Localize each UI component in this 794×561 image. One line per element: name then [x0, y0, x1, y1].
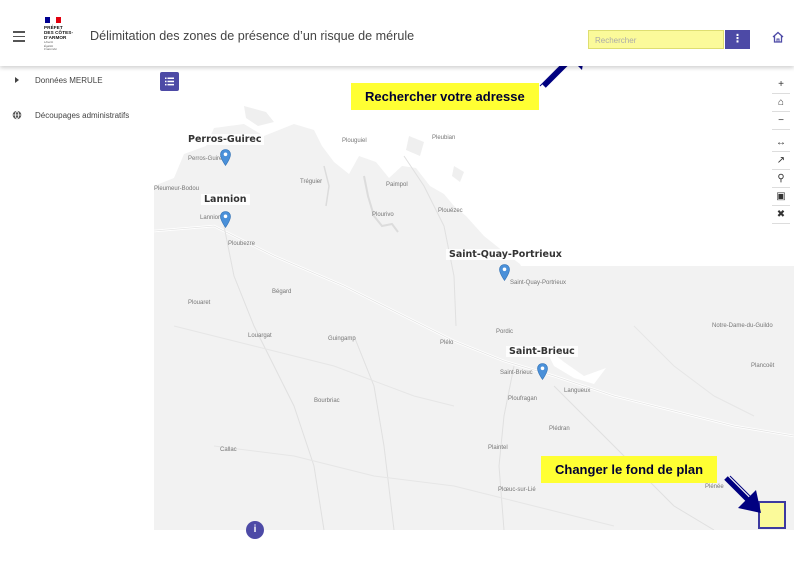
place-label: Plancoët: [751, 363, 775, 369]
page-title: Délimitation des zones de présence d’un …: [90, 29, 415, 43]
place-label: Plaintel: [488, 445, 508, 451]
place-label: Ploubezre: [228, 241, 256, 247]
place-label: Saint-Brieuc: [500, 370, 533, 376]
place-label: Plélo: [440, 340, 454, 346]
logo-motto: Liberté Égalité Fraternité: [44, 40, 57, 52]
city-label-saint-brieuc: Saint-Brieuc: [506, 346, 578, 357]
place-label: Pleubian: [432, 135, 456, 141]
place-label: Guingamp: [328, 336, 356, 342]
callout-search: Rechercher votre adresse: [351, 83, 539, 110]
close-tools-button[interactable]: ✖: [772, 206, 790, 224]
map-marker-icon[interactable]: [220, 149, 231, 166]
place-label: Bégard: [272, 289, 292, 295]
layers-list-button[interactable]: [160, 72, 179, 91]
place-label: Plédran: [549, 426, 570, 432]
home-view-button[interactable]: ⌂: [772, 94, 790, 112]
place-label: Pordic: [496, 329, 514, 335]
sidebar-item-label: Données MERULE: [35, 76, 103, 85]
place-label: Plouguiel: [342, 138, 367, 144]
place-label: Plouézec: [438, 208, 463, 214]
place-label: Langueux: [564, 388, 591, 394]
sidebar-item-donnees-merule[interactable]: Données MERULE: [0, 70, 154, 92]
city-label-perros-guirec: Perros-Guirec: [185, 134, 265, 145]
arrow-to-basemap-icon: [724, 475, 761, 513]
globe-icon: [12, 110, 22, 120]
city-label-lannion: Lannion: [201, 194, 250, 205]
caret-right-icon: [15, 77, 19, 83]
place-label: Bourbriac: [314, 398, 340, 404]
sidebar-item-decoupages-administratifs[interactable]: Découpages administratifs: [0, 105, 154, 127]
measure-button[interactable]: ↔: [772, 134, 790, 152]
locate-button[interactable]: ⚲: [772, 170, 790, 188]
place-label: Tréguier: [300, 179, 323, 185]
app-header: PRÉFET DES CÔTES- D'ARMOR Liberté Égalit…: [0, 0, 794, 66]
info-button[interactable]: i: [246, 521, 264, 539]
place-label: Louargat: [248, 333, 272, 339]
place-label: Plourivo: [372, 212, 394, 218]
home-icon[interactable]: [771, 30, 785, 44]
place-label: Plœuc-sur-Lié: [498, 487, 536, 493]
share-button[interactable]: ↗: [772, 152, 790, 170]
city-label-saint-quay-portrieux: Saint-Quay-Portrieux: [446, 249, 565, 260]
search-options-button[interactable]: ⋮: [725, 30, 750, 49]
map-marker-icon[interactable]: [499, 264, 510, 281]
place-label: Notre-Dame-du-Guildo: [712, 323, 773, 329]
place-label: Callac: [220, 447, 237, 453]
map-toolbar: + ⌂ − ↔ ↗ ⚲ ▣ ✖: [772, 76, 790, 224]
map-marker-icon[interactable]: [537, 363, 548, 380]
zoom-in-button[interactable]: +: [772, 76, 790, 94]
search-input[interactable]: Rechercher: [588, 30, 724, 49]
callout-basemap: Changer le fond de plan: [541, 456, 718, 483]
place-label: Saint-Quay-Portrieux: [510, 280, 567, 286]
place-label: Lannion: [200, 215, 222, 221]
place-label: Ploufragan: [508, 396, 538, 402]
logo-text: PRÉFET DES CÔTES- D'ARMOR: [44, 25, 74, 40]
sidebar: Données MERULE Découpages administratifs: [0, 66, 154, 561]
map-marker-icon[interactable]: [220, 211, 231, 228]
place-label: Plénée: [705, 484, 724, 490]
place-label: Paimpol: [386, 182, 408, 188]
flag-icon: [45, 17, 61, 23]
prefecture-logo: PRÉFET DES CÔTES- D'ARMOR Liberté Égalit…: [44, 17, 78, 57]
place-label: Plouaret: [188, 300, 211, 306]
export-image-button[interactable]: ▣: [772, 188, 790, 206]
sidebar-item-label: Découpages administratifs: [35, 111, 130, 120]
list-icon: [165, 77, 174, 86]
zoom-out-button[interactable]: −: [772, 112, 790, 130]
menu-icon[interactable]: [13, 31, 25, 42]
place-label: Pleumeur-Bodou: [154, 186, 200, 192]
